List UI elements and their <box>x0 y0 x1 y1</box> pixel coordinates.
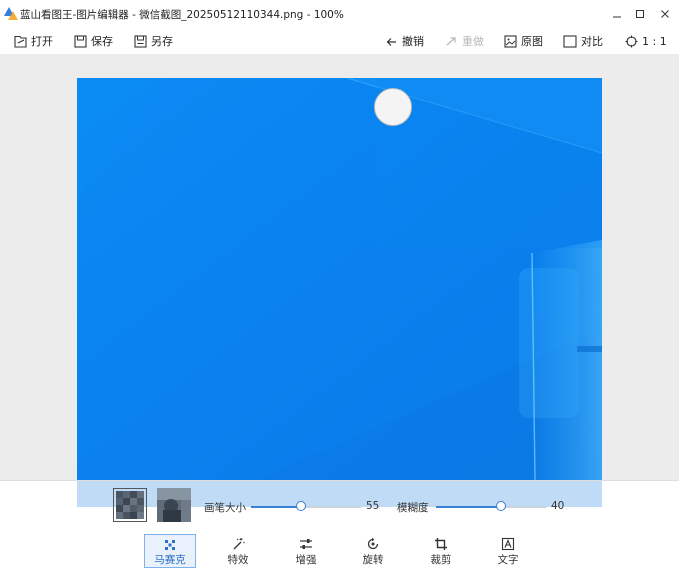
tool-text[interactable]: 文字 <box>482 534 534 568</box>
save-as-button[interactable]: 另存 <box>134 33 173 49</box>
blur-level-label: 模糊度 <box>397 502 429 514</box>
title-bar: 蓝山看图王-图片编辑器 - 微信截图_20250512110344.png - … <box>0 0 679 28</box>
ratio-label: 1 : 1 <box>642 34 667 48</box>
tool-effects[interactable]: 特效 <box>212 534 264 568</box>
actual-size-button[interactable]: 1 : 1 <box>625 33 667 49</box>
tool-mosaic-label: 马赛克 <box>154 554 186 566</box>
compare-button[interactable]: 对比 <box>563 33 603 49</box>
brush-size-thumb[interactable] <box>296 501 306 511</box>
pixel-mosaic-thumbnail <box>116 491 144 519</box>
compare-label: 对比 <box>581 35 603 48</box>
save-as-icon <box>134 34 147 48</box>
tool-enhance[interactable]: 增强 <box>280 534 332 568</box>
undo-icon <box>386 37 396 46</box>
tool-rotate[interactable]: 旋转 <box>347 534 399 568</box>
undo-button[interactable]: 撤销 <box>385 33 424 49</box>
app-logo-icon <box>4 7 18 20</box>
tool-enhance-label: 增强 <box>295 554 317 566</box>
compare-icon <box>563 34 577 48</box>
save-as-label: 另存 <box>151 35 173 48</box>
magic-wand-icon <box>231 536 245 552</box>
window-title: 蓝山看图王-图片编辑器 - 微信截图_20250512110344.png - … <box>20 9 344 21</box>
image-canvas-area[interactable] <box>0 54 679 480</box>
text-icon <box>501 536 515 552</box>
redo-button[interactable]: 重做 <box>445 33 484 49</box>
minimize-button[interactable] <box>606 4 628 24</box>
wallpaper-image <box>77 78 602 480</box>
blur-mosaic-thumbnail <box>157 488 191 522</box>
blur-level-slider[interactable] <box>436 501 546 511</box>
rotate-icon <box>366 536 380 552</box>
save-icon <box>74 34 87 48</box>
open-file-icon <box>14 35 27 48</box>
tool-text-label: 文字 <box>497 554 519 566</box>
tool-crop-label: 裁剪 <box>430 554 452 566</box>
maximize-icon <box>636 10 644 18</box>
adjust-sliders-icon <box>299 536 313 552</box>
tool-mosaic[interactable]: 马赛克 <box>144 534 196 568</box>
redo-icon <box>446 36 456 45</box>
mosaic-style-pixel[interactable] <box>113 488 147 522</box>
mosaic-style-blur[interactable] <box>157 488 191 522</box>
mosaic-icon <box>163 537 177 552</box>
edited-image[interactable] <box>77 78 602 480</box>
close-icon <box>661 10 669 18</box>
tool-crop[interactable]: 裁剪 <box>415 534 467 568</box>
brush-size-label: 画笔大小 <box>204 502 246 514</box>
brush-size-fill <box>251 506 301 508</box>
maximize-button[interactable] <box>629 4 651 24</box>
save-button[interactable]: 保存 <box>74 33 113 49</box>
edit-panel: 画笔大小 55 模糊度 40 马赛克 特效 增强 旋转 裁剪 文字 <box>0 480 679 577</box>
save-label: 保存 <box>91 35 113 48</box>
original-label: 原图 <box>521 35 543 48</box>
blur-level-value: 40 <box>551 500 565 512</box>
open-button[interactable]: 打开 <box>14 33 53 49</box>
redo-label: 重做 <box>462 35 484 48</box>
brush-size-value: 55 <box>366 500 380 512</box>
original-image-icon <box>504 34 517 48</box>
tool-effects-label: 特效 <box>227 554 249 566</box>
blur-level-fill <box>436 506 501 508</box>
blur-level-thumb[interactable] <box>496 501 506 511</box>
toolbar: 打开 保存 另存 撤销 重做 原图 对比 1: 1 <box>0 28 679 54</box>
close-button[interactable] <box>654 4 676 24</box>
crosshair-icon <box>625 35 638 47</box>
original-size-button[interactable]: 原图 <box>504 33 543 49</box>
crop-icon <box>434 536 448 552</box>
collapse-handle[interactable] <box>374 88 412 126</box>
open-label: 打开 <box>31 35 53 48</box>
undo-label: 撤销 <box>402 35 424 48</box>
image-overlay-strip <box>77 481 602 507</box>
minimize-icon <box>613 16 621 18</box>
tool-rotate-label: 旋转 <box>362 554 384 566</box>
brush-size-slider[interactable] <box>251 501 361 511</box>
